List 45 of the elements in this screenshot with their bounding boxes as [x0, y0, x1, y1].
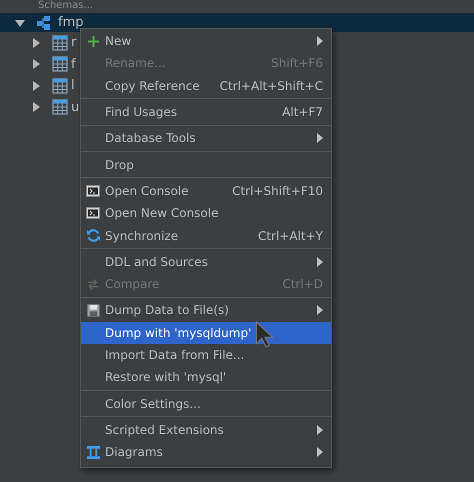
expand-icon[interactable] [31, 38, 41, 48]
plus-icon [86, 34, 100, 48]
submenu-arrow-icon [317, 256, 323, 267]
submenu-arrow-icon [317, 36, 323, 46]
table-icon [52, 78, 68, 94]
menu-item[interactable]: Find Usages Alt+F7 [81, 100, 331, 124]
menu-item[interactable]: Diagrams [81, 441, 331, 464]
tree-label: f [71, 56, 76, 72]
submenu-arrow-icon [317, 447, 323, 458]
menu-item[interactable]: Dump with 'mysqldump' [81, 322, 331, 344]
mouse-pointer-icon [254, 320, 276, 348]
menu-item[interactable]: Import Data from File... [81, 344, 331, 366]
tree-label: u [71, 100, 80, 115]
schema-icon [36, 14, 52, 30]
compare-icon [86, 277, 100, 292]
tree-label: r [71, 35, 76, 50]
menu-item[interactable]: DDL and Sources [81, 250, 331, 273]
sync-icon [86, 228, 100, 244]
tree-header: Schemas... [37, 0, 94, 13]
expand-icon[interactable] [31, 80, 41, 91]
submenu-arrow-icon [317, 133, 323, 144]
menu-item[interactable]: Color Settings... [81, 392, 331, 415]
menu-item[interactable]: Scripted Extensions [81, 418, 331, 442]
menu-item[interactable]: Drop [81, 153, 331, 176]
table-icon [52, 99, 68, 116]
console-icon [86, 184, 100, 197]
menu-item[interactable]: Synchronize Ctrl+Alt+Y [81, 224, 331, 247]
submenu-arrow-icon [317, 424, 323, 435]
expand-icon[interactable] [31, 59, 41, 70]
menu-item[interactable]: Open Console Ctrl+Shift+F10 [81, 180, 331, 202]
submenu-arrow-icon [317, 305, 323, 316]
console-icon [86, 207, 100, 220]
menu-item[interactable]: Database Tools [81, 127, 331, 150]
table-icon [52, 56, 68, 72]
expand-icon[interactable] [31, 102, 41, 112]
menu-item[interactable]: Restore with 'mysql' [81, 366, 331, 388]
expand-icon[interactable] [15, 18, 25, 28]
menu-item[interactable]: Open New Console [81, 202, 331, 224]
table-icon [52, 34, 68, 51]
diagram-icon [86, 444, 100, 460]
menu-item[interactable]: Copy Reference Ctrl+Alt+Shift+C [81, 74, 331, 97]
menu-item[interactable]: Dump Data to File(s) [81, 299, 331, 322]
menu-item[interactable]: New [81, 30, 331, 52]
tree-label: l [71, 78, 75, 94]
tree-label: fmp [58, 15, 84, 30]
